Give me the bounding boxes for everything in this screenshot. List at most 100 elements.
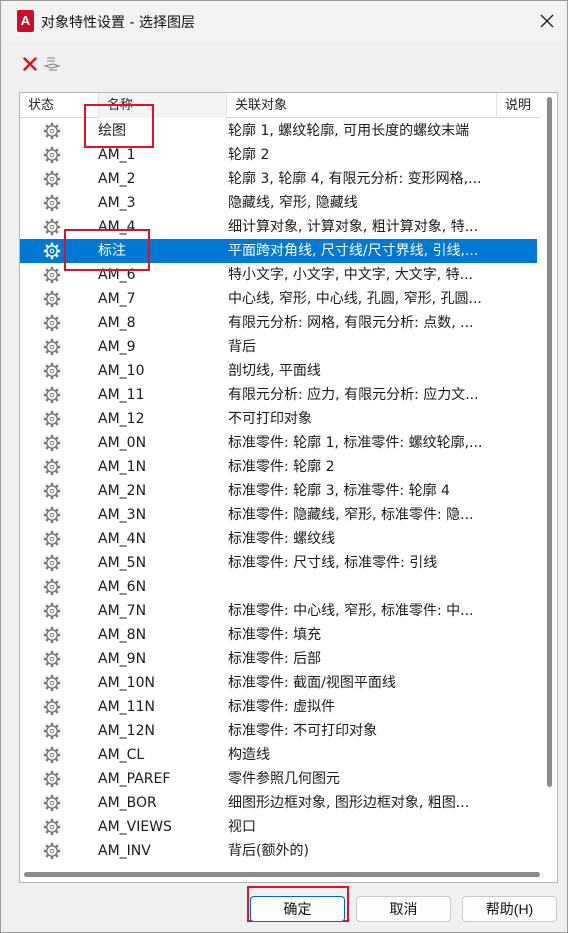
- table-row[interactable]: AM_1N 标准零件: 轮廓 2: [20, 455, 537, 479]
- layer-status-cell[interactable]: [42, 577, 62, 597]
- table-row[interactable]: AM_8 有限元分析: 网格, 有限元分析: 点数, ...: [20, 311, 537, 335]
- layer-status-cell[interactable]: [42, 697, 62, 717]
- toolbar: [1, 49, 567, 79]
- layer-settings-gear-icon: [43, 242, 61, 260]
- layer-status-cell[interactable]: [42, 337, 62, 357]
- table-row[interactable]: AM_12N 标准零件: 不可打印对象: [20, 719, 537, 743]
- layer-settings-gear-icon: [43, 602, 61, 620]
- table-row[interactable]: AM_9 背后: [20, 335, 537, 359]
- layer-assoc-cell: 背后(额外的): [228, 843, 309, 859]
- table-row[interactable]: AM_11 有限元分析: 应力, 有限元分析: 应力文...: [20, 383, 537, 407]
- layer-name-cell: AM_6N: [98, 579, 147, 595]
- layer-settings-gear-icon: [43, 410, 61, 428]
- layer-status-cell[interactable]: [42, 121, 62, 141]
- ok-button[interactable]: 确定: [250, 896, 345, 922]
- cancel-button[interactable]: 取消: [356, 896, 451, 922]
- layer-settings-gear-icon: [43, 842, 61, 860]
- layer-status-cell[interactable]: [42, 385, 62, 405]
- layer-assoc-cell: 轮廓 3, 轮廓 4, 有限元分析: 变形网格,...: [228, 171, 482, 187]
- layer-settings-gear-icon: [43, 386, 61, 404]
- layer-name-cell: AM_12: [98, 411, 145, 427]
- layer-name-cell: AM_11: [98, 387, 145, 403]
- vertical-scrollbar[interactable]: [545, 97, 554, 877]
- layer-status-cell[interactable]: [42, 409, 62, 429]
- layer-assoc-cell: 细计算对象, 计算对象, 粗计算对象, 特...: [228, 219, 479, 235]
- table-row[interactable]: AM_2N 标准零件: 轮廓 3, 标准零件: 轮廓 4: [20, 479, 537, 503]
- layer-status-cell[interactable]: [42, 721, 62, 741]
- layer-assoc-cell: 标准零件: 截面/视图平面线: [228, 675, 396, 691]
- layer-status-cell[interactable]: [42, 745, 62, 765]
- layer-status-cell[interactable]: [42, 457, 62, 477]
- close-button[interactable]: [533, 7, 561, 35]
- layer-list[interactable]: 状态 名称 关联对象 说明 绘图 轮廓 1, 螺纹轮廓, 可用长度的螺纹末端 AM_…: [19, 92, 558, 883]
- help-button[interactable]: 帮助(H): [462, 896, 557, 922]
- horizontal-scroll-thumb[interactable]: [24, 872, 540, 877]
- rename-layer-button[interactable]: [41, 53, 63, 75]
- table-row[interactable]: AM_0N 标准零件: 轮廓 1, 标准零件: 螺纹轮廓,...: [20, 431, 537, 455]
- layer-settings-gear-icon: [43, 338, 61, 356]
- layer-assoc-cell: 视口: [228, 819, 256, 835]
- vertical-scroll-thumb[interactable]: [547, 97, 552, 787]
- layer-name-cell: AM_8: [98, 315, 136, 331]
- layer-status-cell[interactable]: [42, 265, 62, 285]
- layer-status-cell[interactable]: [42, 601, 62, 621]
- table-row[interactable]: AM_11N 标准零件: 虚拟件: [20, 695, 537, 719]
- object-property-dialog: A 对象特性设置 - 选择图层 状态 名称 关联对象 说明 绘图 轮廓 1, 螺…: [0, 0, 568, 933]
- autocad-app-icon: A: [17, 10, 34, 32]
- table-row[interactable]: AM_BOR 细图形边框对象, 图形边框对象, 粗图...: [20, 791, 537, 815]
- table-row[interactable]: AM_7 中心线, 窄形, 中心线, 孔圆, 窄形, 孔圆...: [20, 287, 537, 311]
- layer-status-cell[interactable]: [42, 241, 62, 261]
- layer-status-cell[interactable]: [42, 481, 62, 501]
- layer-settings-gear-icon: [43, 434, 61, 452]
- layer-status-cell[interactable]: [42, 553, 62, 573]
- layer-name-cell: AM_VIEWS: [98, 819, 172, 835]
- table-row[interactable]: AM_5N 标准零件: 尺寸线, 标准零件: 引线: [20, 551, 537, 575]
- layer-settings-gear-icon: [43, 458, 61, 476]
- layer-status-cell[interactable]: [42, 433, 62, 453]
- layer-settings-gear-icon: [43, 722, 61, 740]
- table-row[interactable]: AM_10 剖切线, 平面线: [20, 359, 537, 383]
- table-row[interactable]: AM_INV 背后(额外的): [20, 839, 537, 863]
- layer-status-cell[interactable]: [42, 217, 62, 237]
- table-row[interactable]: AM_9N 标准零件: 后部: [20, 647, 537, 671]
- layer-status-cell[interactable]: [42, 169, 62, 189]
- table-row[interactable]: AM_3 隐藏线, 窄形, 隐藏线: [20, 191, 537, 215]
- column-header-desc[interactable]: 说明: [496, 93, 540, 118]
- table-row[interactable]: AM_12 不可打印对象: [20, 407, 537, 431]
- layer-name-cell: AM_9: [98, 339, 136, 355]
- layer-name-cell: AM_INV: [98, 843, 151, 859]
- layer-assoc-cell: 隐藏线, 窄形, 隐藏线: [228, 195, 358, 211]
- table-row[interactable]: AM_4N 标准零件: 螺纹线: [20, 527, 537, 551]
- table-row[interactable]: AM_PAREF 零件参照几何图元: [20, 767, 537, 791]
- layer-status-cell[interactable]: [42, 841, 62, 861]
- layer-status-cell[interactable]: [42, 817, 62, 837]
- delete-layer-button[interactable]: [19, 53, 41, 75]
- column-header-assoc[interactable]: 关联对象: [226, 93, 496, 118]
- table-row[interactable]: AM_8N 标准零件: 填充: [20, 623, 537, 647]
- layer-status-cell[interactable]: [42, 529, 62, 549]
- layer-name-cell: AM_7: [98, 291, 136, 307]
- horizontal-scrollbar[interactable]: [24, 871, 540, 878]
- layer-settings-gear-icon: [43, 218, 61, 236]
- layer-status-cell[interactable]: [42, 313, 62, 333]
- layer-assoc-cell: 标准零件: 尺寸线, 标准零件: 引线: [228, 555, 438, 571]
- layer-status-cell[interactable]: [42, 505, 62, 525]
- table-row[interactable]: AM_7N 标准零件: 中心线, 窄形, 标准零件: 中...: [20, 599, 537, 623]
- layer-status-cell[interactable]: [42, 793, 62, 813]
- layer-status-cell[interactable]: [42, 145, 62, 165]
- table-row[interactable]: AM_2 轮廓 3, 轮廓 4, 有限元分析: 变形网格,...: [20, 167, 537, 191]
- layer-status-cell[interactable]: [42, 361, 62, 381]
- rename-layer-icon: [43, 57, 61, 71]
- table-row[interactable]: AM_CL 构造线: [20, 743, 537, 767]
- layer-status-cell[interactable]: [42, 289, 62, 309]
- table-row[interactable]: AM_10N 标准零件: 截面/视图平面线: [20, 671, 537, 695]
- layer-status-cell[interactable]: [42, 193, 62, 213]
- layer-status-cell[interactable]: [42, 769, 62, 789]
- layer-name-cell: AM_1N: [98, 459, 147, 475]
- table-row[interactable]: AM_6N: [20, 575, 537, 599]
- layer-status-cell[interactable]: [42, 625, 62, 645]
- table-row[interactable]: AM_3N 标准零件: 隐藏线, 窄形, 标准零件: 隐...: [20, 503, 537, 527]
- table-row[interactable]: AM_VIEWS 视口: [20, 815, 537, 839]
- layer-status-cell[interactable]: [42, 673, 62, 693]
- layer-status-cell[interactable]: [42, 649, 62, 669]
